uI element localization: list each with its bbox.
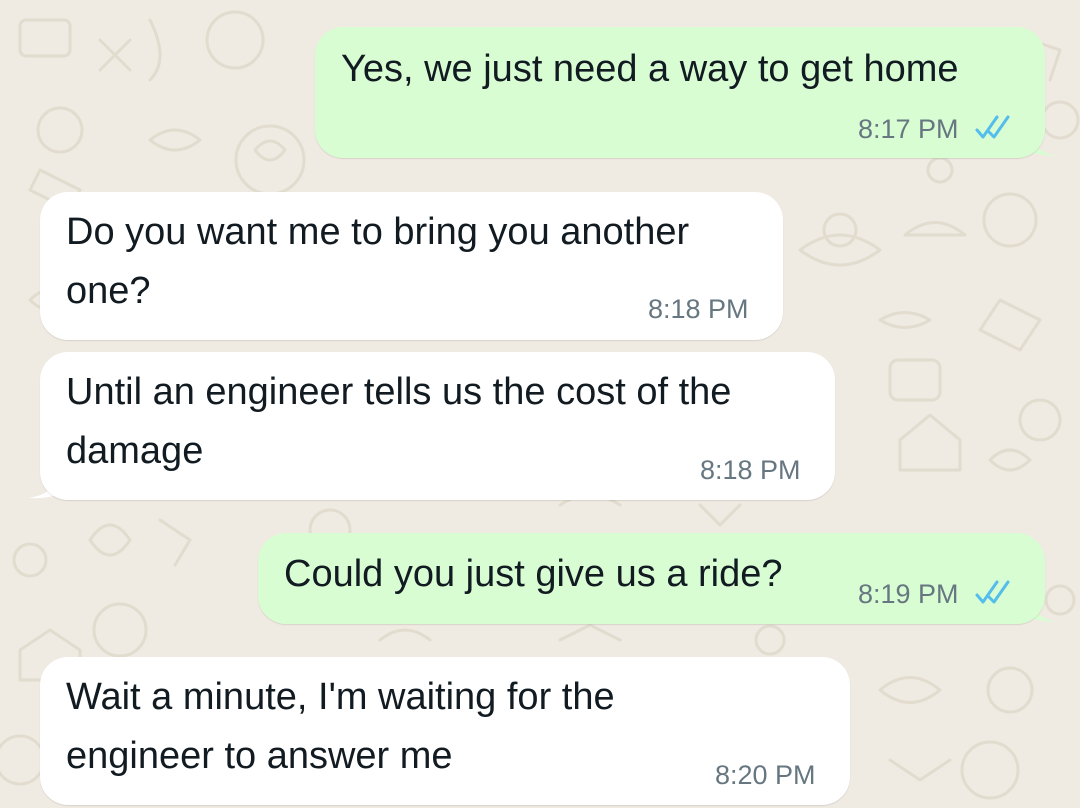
message-text-line: Wait a minute, I'm waiting for the xyxy=(66,676,615,718)
message-timestamp: 8:19 PM xyxy=(858,579,959,609)
message-text: Yes, we just need a way to get home xyxy=(341,48,959,90)
double-check-icon xyxy=(975,580,1010,604)
message-timestamp: 8:20 PM xyxy=(715,760,816,790)
message-text: Could you just give us a ride? xyxy=(284,553,783,595)
message-timestamp: 8:17 PM xyxy=(858,114,959,144)
message-bubble-incoming[interactable]: Do you want me to bring you another one?… xyxy=(40,192,783,340)
message-bubble-outgoing[interactable]: Yes, we just need a way to get home 8:17… xyxy=(315,27,1045,158)
message-timestamp: 8:18 PM xyxy=(700,455,801,485)
message-bubble-incoming[interactable]: Wait a minute, I'm waiting for the engin… xyxy=(40,657,850,805)
message-bubble-incoming[interactable]: Until an engineer tells us the cost of t… xyxy=(40,352,835,500)
message-text-line: Do you want me to bring you another xyxy=(66,211,690,253)
double-check-icon xyxy=(975,115,1010,139)
message-bubble-outgoing[interactable]: Could you just give us a ride? 8:19 PM xyxy=(258,533,1045,624)
message-text-line: engineer to answer me xyxy=(66,735,453,777)
message-timestamp: 8:18 PM xyxy=(648,294,749,324)
message-text-line: one? xyxy=(66,270,151,312)
message-text-line: Until an engineer tells us the cost of t… xyxy=(66,371,732,413)
message-text-line: damage xyxy=(66,430,204,472)
